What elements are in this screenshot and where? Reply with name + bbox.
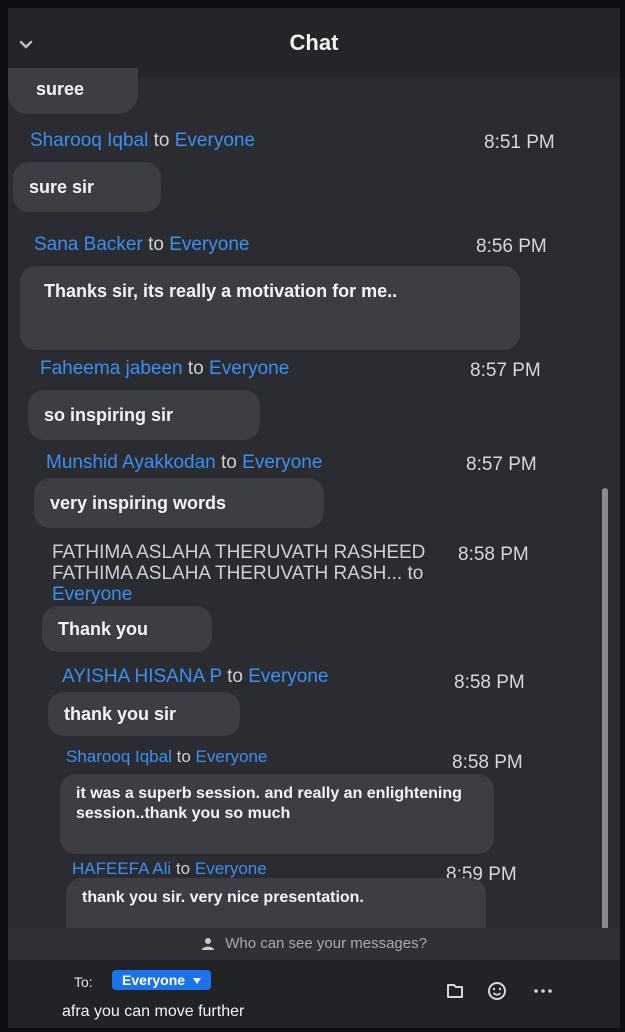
caret-down-icon xyxy=(192,978,201,985)
sender-name[interactable]: Sana Backer xyxy=(34,234,143,255)
message-text: very inspiring words xyxy=(50,493,227,513)
recipient-name: Everyone xyxy=(248,666,329,687)
message-text: so inspiring sir xyxy=(44,405,174,425)
recipient-name: Everyone xyxy=(174,130,256,151)
to-label: to xyxy=(227,666,243,687)
recipient-name: Everyone xyxy=(169,234,250,255)
to-label: to xyxy=(221,452,237,473)
message-time: 8:56 PM xyxy=(476,236,547,257)
message-sender: Faheema jabeen to Everyone xyxy=(40,358,289,380)
emoji-icon[interactable] xyxy=(486,980,508,1002)
message-bubble: Thanks sir, its really a motivation for … xyxy=(20,266,520,350)
recipient-name: Everyone xyxy=(194,859,267,878)
message-text: sure sir xyxy=(29,177,95,197)
sender-name[interactable]: HAFEEFA Ali xyxy=(72,859,171,878)
to-label: to xyxy=(148,234,164,255)
message-sender: Sharooq Iqbal to Everyone xyxy=(66,746,267,768)
to-label: To: xyxy=(74,974,93,990)
sender-name[interactable]: Sharooq Iqbal xyxy=(66,747,172,766)
recipient-name: Everyone xyxy=(195,747,268,766)
message-bubble: sure sir xyxy=(13,162,161,212)
privacy-text: Who can see your messages? xyxy=(225,935,427,952)
chat-window: Chat suree Sharooq Iqbal to Everyone 8:5… xyxy=(8,8,620,1028)
to-label: to xyxy=(187,358,204,379)
more-icon[interactable] xyxy=(532,980,554,1002)
file-icon[interactable] xyxy=(444,980,466,1002)
message-time: 8:58 PM xyxy=(458,544,529,565)
message-time: 8:51 PM xyxy=(484,132,555,153)
message-text: suree xyxy=(36,79,85,99)
message-time: 8:58 PM xyxy=(452,752,523,773)
to-label: to xyxy=(176,747,191,766)
message-bubble: Thank you xyxy=(42,606,212,652)
message-bubble: suree xyxy=(8,68,138,114)
message-sender: FATHIMA ASLAHA THERUVATH RASHEED FATHIMA… xyxy=(52,542,452,605)
sender-name[interactable]: Munshid Ayakkodan xyxy=(46,452,216,473)
recipient-value: Everyone xyxy=(122,972,186,988)
privacy-notice[interactable]: Who can see your messages? xyxy=(8,928,620,960)
message-time: 8:58 PM xyxy=(454,672,525,693)
scrollbar[interactable] xyxy=(602,488,608,948)
message-sender: Munshid Ayakkodan to Everyone xyxy=(46,452,322,474)
message-text: Thank you xyxy=(58,619,149,639)
to-label: to xyxy=(175,859,191,878)
message-list[interactable]: suree Sharooq Iqbal to Everyone 8:51 PM … xyxy=(8,68,608,944)
message-text: thank you sir. very nice presentation. xyxy=(82,889,364,906)
sender-name[interactable]: FATHIMA ASLAHA THERUVATH RASHEED FATHIMA… xyxy=(52,542,425,584)
sender-name[interactable]: Sharooq Iqbal xyxy=(30,130,148,151)
to-label: to xyxy=(153,130,170,151)
message-sender: Sharooq Iqbal to Everyone xyxy=(30,130,255,152)
message-input[interactable] xyxy=(62,1000,422,1024)
person-icon xyxy=(202,938,215,951)
sender-name[interactable]: Faheema jabeen xyxy=(40,358,183,379)
message-time: 8:57 PM xyxy=(466,454,537,475)
message-text: it was a superb session. and really an e… xyxy=(76,785,462,822)
recipient-name: Everyone xyxy=(209,358,290,379)
message-composer: To: Everyone xyxy=(8,960,620,1028)
message-bubble: thank you sir xyxy=(48,692,240,736)
to-label: to xyxy=(407,563,424,584)
message-sender: HAFEEFA Ali to Everyone xyxy=(72,858,267,880)
message-bubble: it was a superb session. and really an e… xyxy=(60,774,494,854)
recipient-name: Everyone xyxy=(52,584,133,605)
message-bubble: very inspiring words xyxy=(34,478,324,528)
recipient-dropdown[interactable]: Everyone xyxy=(112,970,211,990)
chat-title: Chat xyxy=(289,30,339,55)
message-sender: Sana Backer to Everyone xyxy=(34,234,250,256)
message-text: Thanks sir, its really a motivation for … xyxy=(44,281,398,301)
message-sender: AYISHA HISANA P to Everyone xyxy=(62,666,329,688)
recipient-name: Everyone xyxy=(242,452,323,473)
message-text: thank you sir xyxy=(64,704,177,724)
message-bubble: so inspiring sir xyxy=(28,390,260,440)
sender-name[interactable]: AYISHA HISANA P xyxy=(62,666,222,687)
message-time: 8:57 PM xyxy=(470,360,541,381)
